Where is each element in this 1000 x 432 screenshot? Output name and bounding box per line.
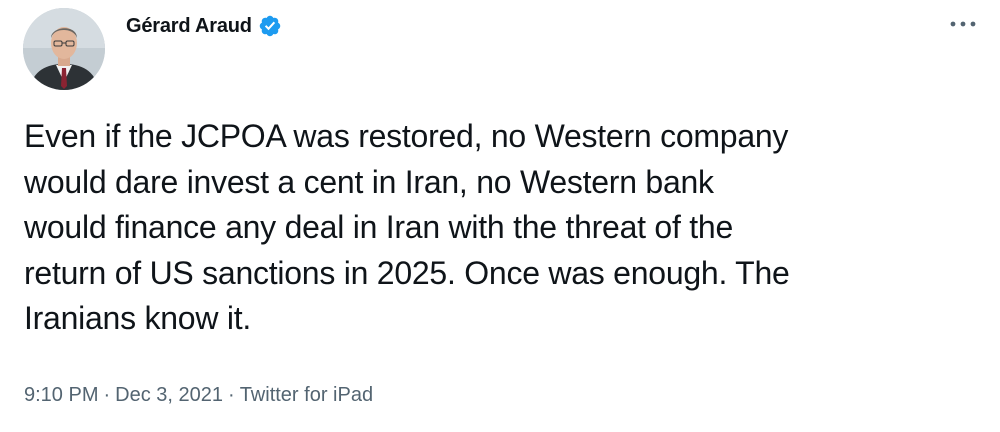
tweet-card: Gérard Araud Even if the JCPOA was resto… <box>0 0 1000 432</box>
tweet-time[interactable]: 9:10 PM <box>24 384 98 407</box>
author-row: Gérard Araud <box>126 14 282 38</box>
avatar-photo <box>23 8 105 90</box>
meta-separator: · <box>228 384 235 406</box>
more-options-button[interactable] <box>948 14 978 34</box>
tweet-date[interactable]: Dec 3, 2021 <box>115 384 223 407</box>
verified-badge-icon <box>258 14 282 38</box>
tweet-source-link[interactable]: Twitter for iPad <box>240 384 373 407</box>
avatar[interactable] <box>23 8 105 90</box>
tweet-meta: 9:10 PM · Dec 3, 2021 · Twitter for iPad <box>24 384 373 407</box>
more-dots-icon <box>950 21 976 27</box>
author-display-name[interactable]: Gérard Araud <box>126 15 252 38</box>
tweet-text: Even if the JCPOA was restored, no Weste… <box>24 118 790 336</box>
meta-separator: · <box>103 384 111 406</box>
